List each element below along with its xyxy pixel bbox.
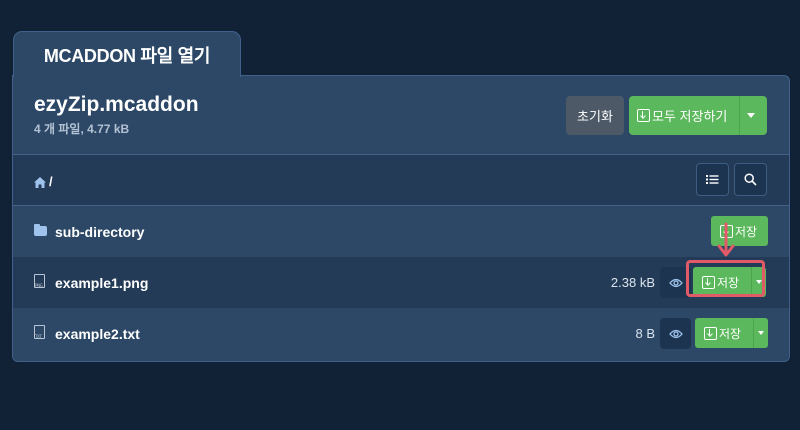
archive-filename: ezyZip.mcaddon [34, 93, 199, 116]
list-view-button[interactable] [696, 163, 729, 196]
item-name[interactable]: example1.png [55, 257, 148, 308]
save-label: 저장 [735, 224, 758, 239]
search-icon [744, 173, 757, 186]
archive-file-info: 4 개 파일, 4.77 kB [34, 122, 130, 136]
reset-button[interactable]: 초기화 [566, 96, 624, 135]
tab-open-mcaddon[interactable]: MCADDON 파일 열기 [13, 31, 241, 77]
download-icon [704, 326, 717, 340]
list-icon [706, 175, 719, 184]
list-item-file[interactable]: TXT example2.txt 8 B 저장 [13, 308, 789, 359]
item-name[interactable]: example2.txt [55, 308, 140, 359]
eye-icon [668, 329, 683, 338]
highlight-box [686, 260, 765, 297]
folder-icon [34, 224, 47, 236]
breadcrumb: / [49, 174, 53, 189]
breadcrumb-toolbar: / [13, 155, 789, 206]
list-item-folder[interactable]: sub-directory 저장 [13, 206, 789, 258]
png-file-icon: PNG [34, 274, 45, 288]
download-icon [637, 109, 650, 122]
archive-header: ezyZip.mcaddon 4 개 파일, 4.77 kB 초기화 모두 저장… [13, 76, 789, 155]
arrow-down-icon [717, 222, 735, 257]
preview-button[interactable] [660, 318, 691, 349]
eye-icon [668, 278, 683, 287]
item-size: 8 B [635, 326, 655, 341]
search-button[interactable] [734, 163, 767, 196]
item-size: 2.38 kB [610, 275, 655, 290]
save-all-button[interactable]: 모두 저장하기 [629, 96, 767, 135]
txt-file-icon: TXT [34, 325, 45, 339]
reset-button-label: 초기화 [577, 109, 613, 124]
chevron-down-icon[interactable] [758, 331, 764, 335]
archive-panel: ezyZip.mcaddon 4 개 파일, 4.77 kB 초기화 모두 저장… [12, 75, 790, 362]
list-item-file[interactable]: PNG example1.png 2.38 kB 저장 [13, 257, 789, 309]
save-label: 저장 [719, 326, 742, 341]
save-all-label: 모두 저장하기 [652, 109, 728, 124]
home-icon[interactable] [34, 177, 46, 188]
item-name[interactable]: sub-directory [55, 206, 144, 257]
tab-title: MCADDON 파일 열기 [43, 45, 211, 66]
chevron-down-icon[interactable] [747, 113, 755, 118]
save-button[interactable]: 저장 [695, 318, 768, 348]
